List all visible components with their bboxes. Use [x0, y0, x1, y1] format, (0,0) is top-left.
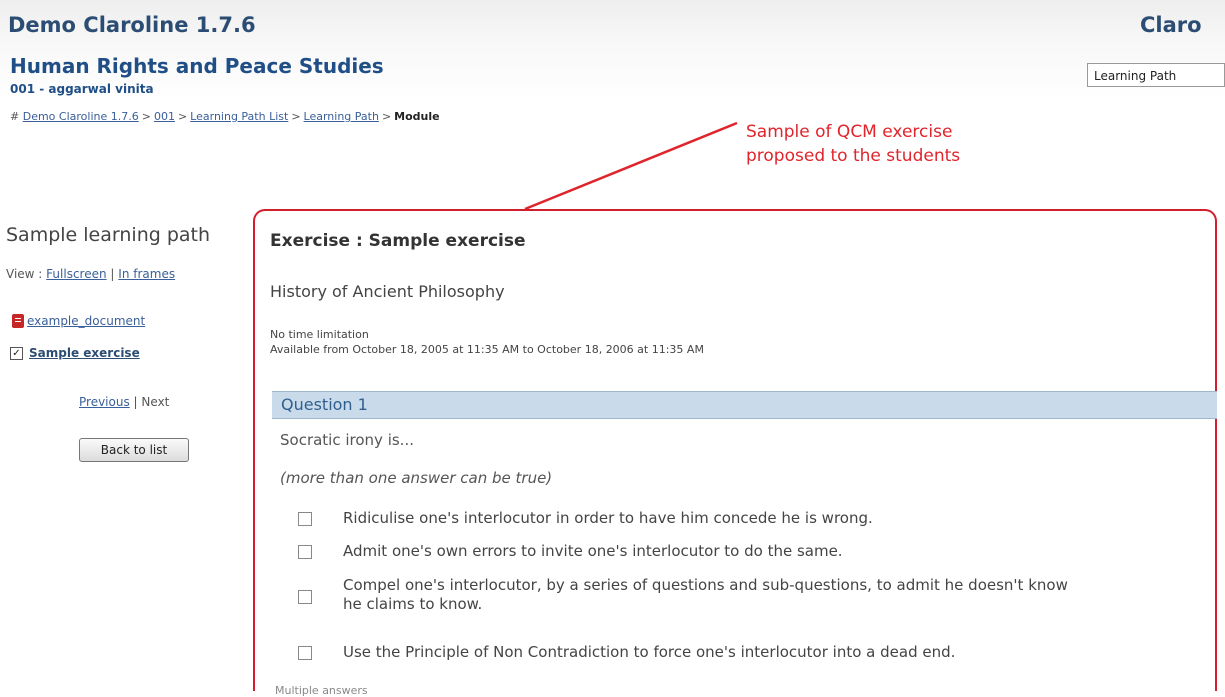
- breadcrumb-prefix: #: [10, 110, 20, 123]
- answer-checkbox[interactable]: [298, 512, 312, 526]
- previous-link[interactable]: Previous: [79, 395, 130, 409]
- learning-path-title: Sample learning path: [6, 224, 211, 246]
- annotation-line-2: proposed to the students: [746, 146, 961, 166]
- breadcrumb-separator: >: [141, 110, 151, 123]
- exercise-title: Exercise : Sample exercise: [270, 231, 526, 251]
- view-separator: |: [110, 267, 115, 281]
- module-item-exercise[interactable]: ✓ Sample exercise: [10, 346, 140, 360]
- platform-title[interactable]: Demo Claroline 1.7.6: [8, 13, 256, 37]
- answer-text: Use the Principle of Non Contradiction t…: [343, 643, 956, 661]
- breadcrumb-separator: >: [177, 110, 188, 123]
- annotation-pointer-line: [524, 121, 738, 211]
- answer-option[interactable]: Ridiculise one's interlocutor in order t…: [298, 509, 1217, 531]
- answer-text: Ridiculise one's interlocutor in order t…: [343, 509, 873, 527]
- breadcrumb: # Demo Claroline 1.7.6 >001 > Learning Path…: [10, 110, 440, 123]
- answer-text-line: he claims to know.: [343, 595, 483, 613]
- previous-next-nav: Previous | Next: [79, 395, 169, 409]
- exercise-meta: No time limitation Available from Octobe…: [270, 327, 704, 357]
- answer-checkbox[interactable]: [298, 590, 312, 604]
- back-to-list-button[interactable]: Back to list: [79, 438, 189, 462]
- answer-text: Compel one's interlocutor, by a series o…: [343, 576, 1068, 614]
- course-title[interactable]: Human Rights and Peace Studies: [10, 54, 384, 78]
- view-frames-link[interactable]: In frames: [118, 267, 175, 281]
- breadcrumb-link-path[interactable]: Learning Path: [304, 110, 379, 123]
- breadcrumb-current: Module: [394, 110, 440, 123]
- next-label[interactable]: Next: [141, 395, 169, 409]
- answer-option[interactable]: Admit one's own errors to invite one's i…: [298, 542, 1217, 564]
- view-mode-line: View : Fullscreen | In frames: [6, 267, 175, 281]
- breadcrumb-link-path-list[interactable]: Learning Path List: [190, 110, 288, 123]
- course-code: 001 - aggarwal vinita: [10, 82, 154, 96]
- breadcrumb-separator: >: [381, 110, 392, 123]
- answer-text: Admit one's own errors to invite one's i…: [343, 542, 843, 560]
- platform-title-right[interactable]: Claro: [1140, 13, 1202, 37]
- question-hint: (more than one answer can be true): [280, 469, 553, 487]
- exercise-availability: Available from October 18, 2005 at 11:35…: [270, 343, 704, 356]
- exercise-description: History of Ancient Philosophy: [270, 282, 505, 301]
- view-label: View :: [6, 267, 43, 281]
- question-header-bar: [272, 391, 1217, 419]
- breadcrumb-link-platform[interactable]: Demo Claroline 1.7.6: [23, 110, 139, 123]
- question-label: Question 1: [281, 395, 368, 414]
- breadcrumb-link-course[interactable]: 001: [154, 110, 175, 123]
- answer-option[interactable]: Compel one's interlocutor, by a series o…: [298, 576, 1217, 618]
- annotation-text: Sample of QCM exercise proposed to the s…: [746, 120, 960, 168]
- prev-next-separator: |: [133, 395, 138, 409]
- annotation-line-1: Sample of QCM exercise: [746, 122, 953, 142]
- module-item-document-label[interactable]: example_document: [27, 314, 145, 328]
- answer-checkbox[interactable]: [298, 646, 312, 660]
- answer-text-line: Compel one's interlocutor, by a series o…: [343, 576, 1068, 594]
- exercise-time-limit: No time limitation: [270, 328, 369, 341]
- answer-option[interactable]: Use the Principle of Non Contradiction t…: [298, 643, 1217, 665]
- pdf-icon: [12, 314, 24, 328]
- answer-checkbox[interactable]: [298, 545, 312, 559]
- module-item-document[interactable]: example_document: [12, 314, 145, 328]
- module-item-exercise-label[interactable]: Sample exercise: [29, 346, 140, 360]
- question-text: Socratic irony is...: [280, 431, 414, 449]
- checkbox-checked-icon: ✓: [10, 346, 23, 360]
- view-fullscreen-link[interactable]: Fullscreen: [46, 267, 106, 281]
- breadcrumb-separator: >: [291, 110, 301, 123]
- tool-select[interactable]: Learning Path: [1087, 63, 1225, 87]
